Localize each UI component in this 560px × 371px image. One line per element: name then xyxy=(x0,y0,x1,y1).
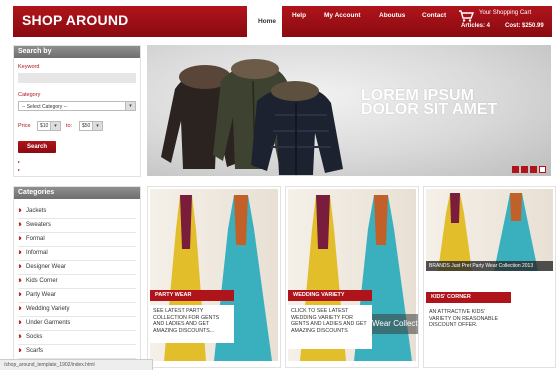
banner-slider[interactable]: LOREM IPSUM DOLOR SIT AMET xyxy=(147,45,551,176)
category-item-jackets[interactable]: ❥ Jackets xyxy=(18,205,136,219)
bullet-icon: ❥ xyxy=(18,334,23,340)
keyword-label: Keyword xyxy=(18,64,40,70)
price-to-value: $50 xyxy=(82,123,91,129)
category-item-scarfs[interactable]: ❥ Scarfs xyxy=(18,345,136,359)
nav-help[interactable]: Help xyxy=(292,12,306,19)
banner-headline: LOREM IPSUM DOLOR SIT AMET xyxy=(361,87,498,118)
bullet-icon: ❥ xyxy=(18,208,23,214)
product-tag[interactable]: KIDS' CORNER xyxy=(426,292,511,303)
bullet-icon: ❥ xyxy=(18,278,23,284)
search-heading: Search by xyxy=(14,46,140,58)
product-tag[interactable]: PARTY WEAR xyxy=(150,290,234,301)
categories-heading: Categories xyxy=(14,187,140,199)
nav-my-account[interactable]: My Account xyxy=(324,12,361,19)
category-item-designer-wear[interactable]: ❥ Designer Wear xyxy=(18,261,136,275)
to-label: to: xyxy=(66,123,73,129)
image-overlay-text: Wear Collecti xyxy=(372,314,418,334)
bullet-icon: ❥ xyxy=(18,348,23,354)
bullet-icon: ❥ xyxy=(18,292,23,298)
category-item-kids-corner[interactable]: ❥ Kids Corner xyxy=(18,275,136,289)
price-from-value: $10 xyxy=(40,123,49,129)
cart-articles: Articles: 4 xyxy=(461,23,491,29)
categories-panel: Categories ❥ Jackets ❥ Sweaters ❥ Formal ❥ I… xyxy=(13,186,141,368)
product-description: CLICK TO SEE LATEST WEDDING VARIETY FOR … xyxy=(288,305,372,349)
brand-strip: BRANDS Just Pret Party Wear Collection 2… xyxy=(426,261,553,271)
search-panel: Search by Keyword Category -- Select Cat… xyxy=(13,45,141,177)
bullet-icon: ❥ xyxy=(18,320,23,326)
product-description: SEE LATEST PARTY COLLECTION FOR GENTS AN… xyxy=(150,305,234,343)
shopping-cart-icon[interactable] xyxy=(458,10,474,22)
bullet-icon: ▸ xyxy=(18,159,21,164)
dress-image xyxy=(438,193,538,271)
category-select[interactable]: -- Select Category -- ▾ xyxy=(18,101,136,111)
category-item-wedding-variety[interactable]: ❥ Wedding Variety xyxy=(18,303,136,317)
slide-dot-3[interactable] xyxy=(530,166,537,173)
nav-home[interactable]: Home xyxy=(252,6,282,37)
chevron-down-icon: ▾ xyxy=(50,122,60,130)
site-logo[interactable]: SHOP AROUND xyxy=(22,12,128,28)
bullet-icon: ❥ xyxy=(18,236,23,242)
category-item-formal[interactable]: ❥ Formal xyxy=(18,233,136,247)
bullet-icon: ❥ xyxy=(18,264,23,270)
bullet-icon: ▸ xyxy=(18,167,21,172)
bullet-icon: ❥ xyxy=(18,250,23,256)
category-item-under-garments[interactable]: ❥ Under Garments xyxy=(18,317,136,331)
product-tag[interactable]: WEDDING VARIETY xyxy=(288,290,372,301)
category-item-sweaters[interactable]: ❥ Sweaters xyxy=(18,219,136,233)
product-description: AN ATTRACTIVE KIDS' VARIETY ON REASONABL… xyxy=(426,306,506,338)
slide-dot-2[interactable] xyxy=(521,166,528,173)
chevron-down-icon: ▾ xyxy=(92,122,102,130)
search-button[interactable]: Search xyxy=(18,141,56,153)
nav-contact[interactable]: Contact xyxy=(422,12,446,19)
cart-cost: Cost: $250.99 xyxy=(505,23,544,29)
category-item-informal[interactable]: ❥ Informal xyxy=(18,247,136,261)
cart-title[interactable]: Your Shopping Cart xyxy=(479,10,531,16)
category-item-party-wear[interactable]: ❥ Party Wear xyxy=(18,289,136,303)
nav-aboutus[interactable]: Aboutus xyxy=(379,12,405,19)
product-image xyxy=(426,189,553,271)
keyword-input[interactable] xyxy=(18,73,136,83)
price-from-select[interactable]: $10 ▾ xyxy=(37,121,61,131)
category-item-socks[interactable]: ❥ Socks xyxy=(18,331,136,345)
bullet-icon: ❥ xyxy=(18,306,23,312)
chevron-down-icon: ▾ xyxy=(125,102,135,110)
jackets-image xyxy=(161,59,343,175)
browser-status-bar: /shop_around_template_1902/index.html xyxy=(0,359,153,370)
bullet-icon: ❥ xyxy=(18,222,23,228)
slide-dot-4-active[interactable] xyxy=(539,166,546,173)
category-selected: -- Select Category -- xyxy=(22,104,68,110)
slide-dot-1[interactable] xyxy=(512,166,519,173)
category-label: Category xyxy=(18,92,41,98)
product-card-party-wear[interactable]: PARTY WEAR SEE LATEST PARTY COLLECTION F… xyxy=(147,186,281,368)
price-label: Price xyxy=(18,123,31,129)
product-card-wedding-variety[interactable]: Wear Collecti WEDDING VARIETY CLICK TO S… xyxy=(285,186,419,368)
price-to-select[interactable]: $50 ▾ xyxy=(79,121,103,131)
product-card-kids-corner[interactable]: BRANDS Just Pret Party Wear Collection 2… xyxy=(423,186,556,368)
